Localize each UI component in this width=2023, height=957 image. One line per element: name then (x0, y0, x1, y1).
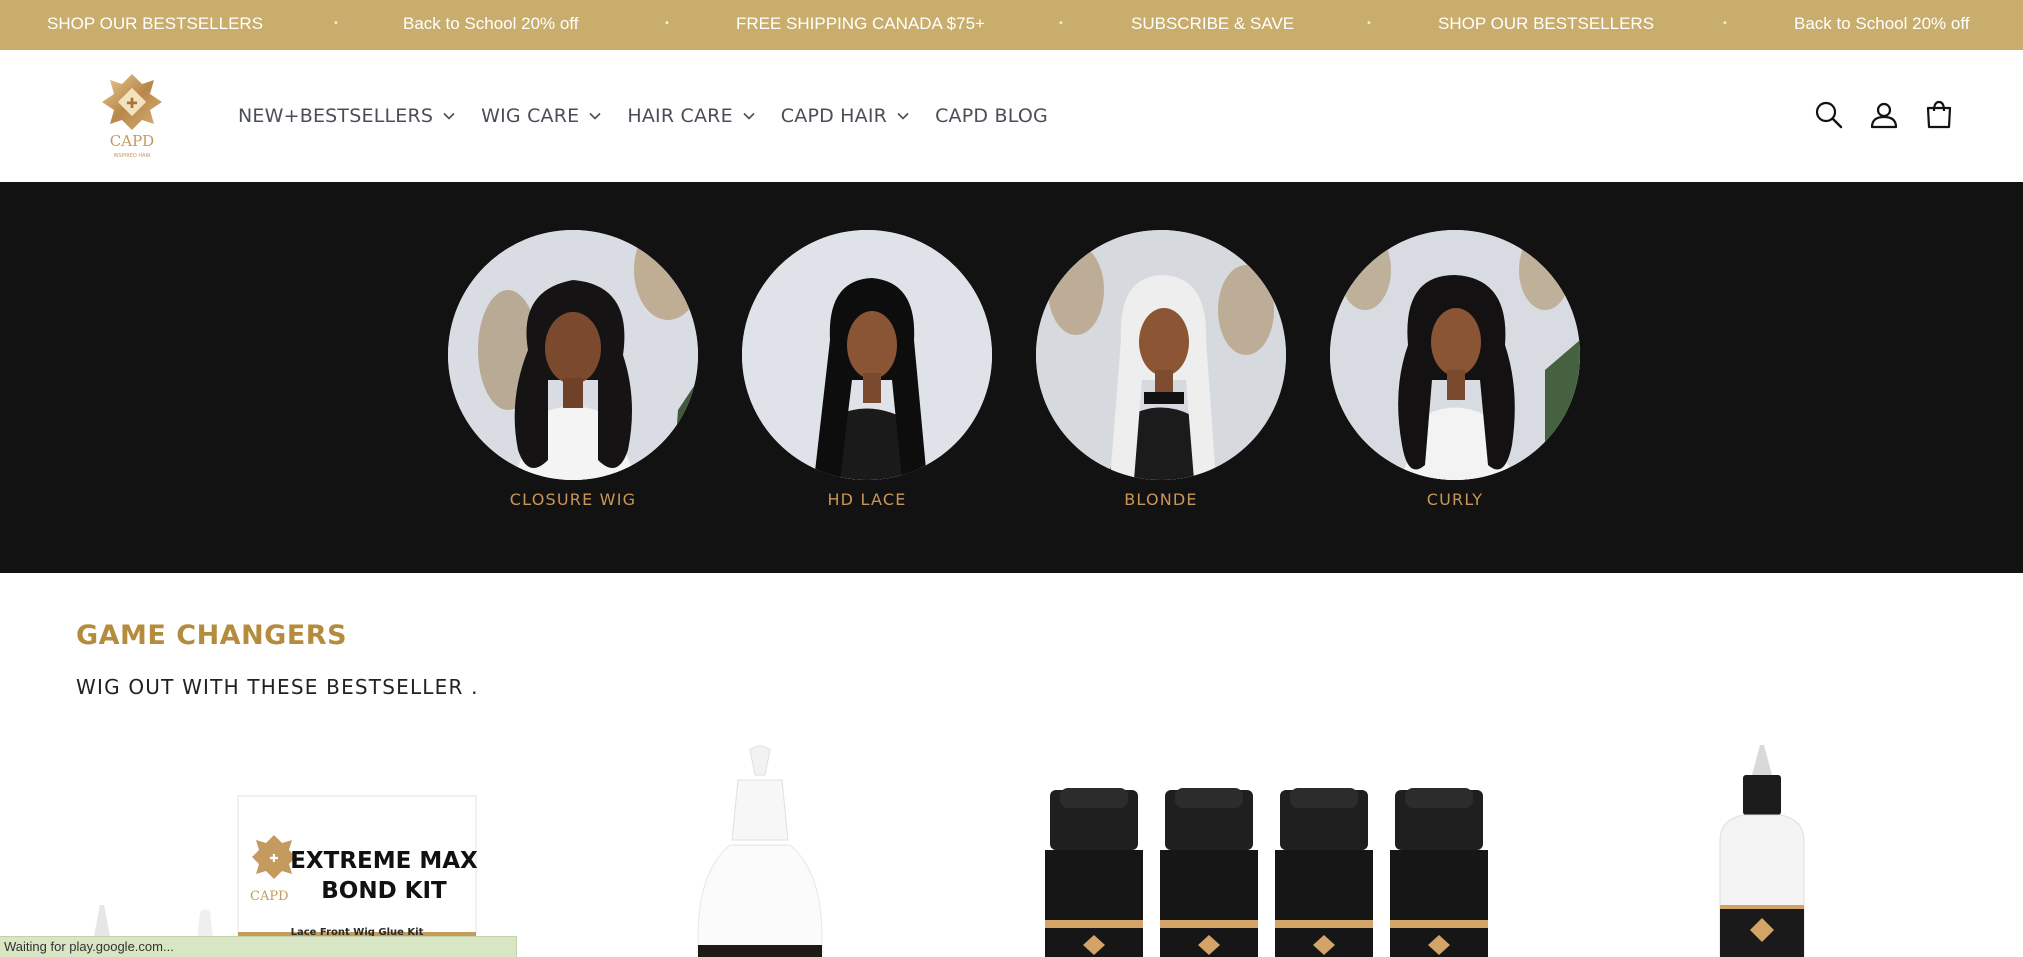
product-card-glue-bottle[interactable] (660, 730, 860, 957)
announcement-message[interactable]: SHOP OUR BESTSELLERS (47, 0, 263, 50)
category-curly[interactable]: CURLY (1330, 230, 1580, 509)
svg-text:CAPD: CAPD (250, 889, 289, 904)
category-image (742, 230, 992, 480)
nav-item-label: HAIR CARE (627, 105, 733, 127)
nav-item-label: CAPD HAIR (780, 105, 888, 127)
category-label: CLOSURE WIG (509, 490, 637, 509)
nav-item-new-bestsellers[interactable]: NEW+BESTSELLERS (238, 105, 455, 127)
announcement-message[interactable]: Back to School 20% off (403, 0, 578, 50)
product-image: ✚ CAPD EXTREME MAX BOND KIT Lace Front W… (90, 795, 478, 957)
product-card-foam-pack[interactable] (1035, 730, 1495, 957)
product-image (697, 745, 823, 957)
announcement-message[interactable]: Back to School 20% off (1794, 0, 1969, 50)
browser-status-bar: Waiting for play.google.com... (0, 936, 517, 957)
brand-logo[interactable]: ✚ CAPD INSPIRED HAIR (96, 70, 168, 160)
svg-text:✚: ✚ (126, 96, 138, 112)
announcement-separator: • (333, 18, 339, 29)
section-title: GAME CHANGERS (76, 620, 348, 651)
nav-item-label: CAPD BLOG (935, 105, 1048, 127)
svg-text:INSPIRED HAIR: INSPIRED HAIR (113, 153, 151, 159)
nav-item-wig-care[interactable]: WIG CARE (481, 105, 601, 127)
category-hd-lace[interactable]: HD LACE (742, 230, 992, 509)
search-icon[interactable] (1813, 99, 1845, 131)
category-image (448, 230, 698, 480)
nav-item-capd-hair[interactable]: CAPD HAIR (781, 105, 909, 127)
announcement-separator: • (1722, 18, 1728, 29)
product-image (1045, 788, 1488, 957)
announcement-message[interactable]: SHOP OUR BESTSELLERS (1438, 0, 1654, 50)
svg-text:✚: ✚ (269, 852, 278, 865)
section-subtitle: WIG OUT WITH THESE BESTSELLER . (76, 675, 479, 699)
svg-text:EXTREME MAX: EXTREME MAX (290, 848, 478, 874)
chevron-down-icon (897, 112, 909, 120)
announcement-separator: • (1366, 18, 1372, 29)
nav-item-hair-care[interactable]: HAIR CARE (627, 105, 755, 127)
svg-text:BOND KIT: BOND KIT (321, 878, 447, 904)
category-blonde[interactable]: BLONDE (1036, 230, 1286, 509)
nav-item-label: WIG CARE (481, 105, 580, 127)
nav-item-label: NEW+BESTSELLERS (238, 105, 434, 127)
announcement-message[interactable]: SUBSCRIBE & SAVE (1131, 0, 1294, 50)
category-strip: CLOSURE WIG HD LACE BLONDE CURLY (0, 182, 2023, 573)
announcement-message[interactable]: FREE SHIPPING CANADA $75+ (736, 0, 985, 50)
cart-icon[interactable] (1923, 99, 1955, 131)
announcement-separator: • (664, 18, 670, 29)
category-label: BLONDE (1124, 490, 1198, 509)
product-image (1719, 745, 1805, 957)
svg-text:CAPD: CAPD (110, 132, 154, 150)
nav-item-capd-blog[interactable]: CAPD BLOG (935, 105, 1048, 127)
category-label: HD LACE (827, 490, 907, 509)
category-image (1036, 230, 1286, 480)
category-closure-wig[interactable]: CLOSURE WIG (448, 230, 698, 509)
site-header: ✚ CAPD INSPIRED HAIR NEW+BESTSELLERS WIG… (0, 50, 2023, 182)
chevron-down-icon (589, 112, 601, 120)
announcement-separator: • (1058, 18, 1064, 29)
announcement-bar: SHOP OUR BESTSELLERS • Back to School 20… (0, 0, 2023, 50)
product-card-applicator-bottle[interactable] (1680, 730, 1850, 957)
category-label: CURLY (1426, 490, 1484, 509)
category-image (1330, 230, 1580, 480)
chevron-down-icon (743, 112, 755, 120)
main-nav: NEW+BESTSELLERS WIG CARE HAIR CARE CAPD … (238, 50, 1074, 182)
account-icon[interactable] (1868, 99, 1900, 131)
product-card-bond-kit[interactable]: ✚ CAPD EXTREME MAX BOND KIT Lace Front W… (60, 730, 500, 957)
chevron-down-icon (443, 112, 455, 120)
